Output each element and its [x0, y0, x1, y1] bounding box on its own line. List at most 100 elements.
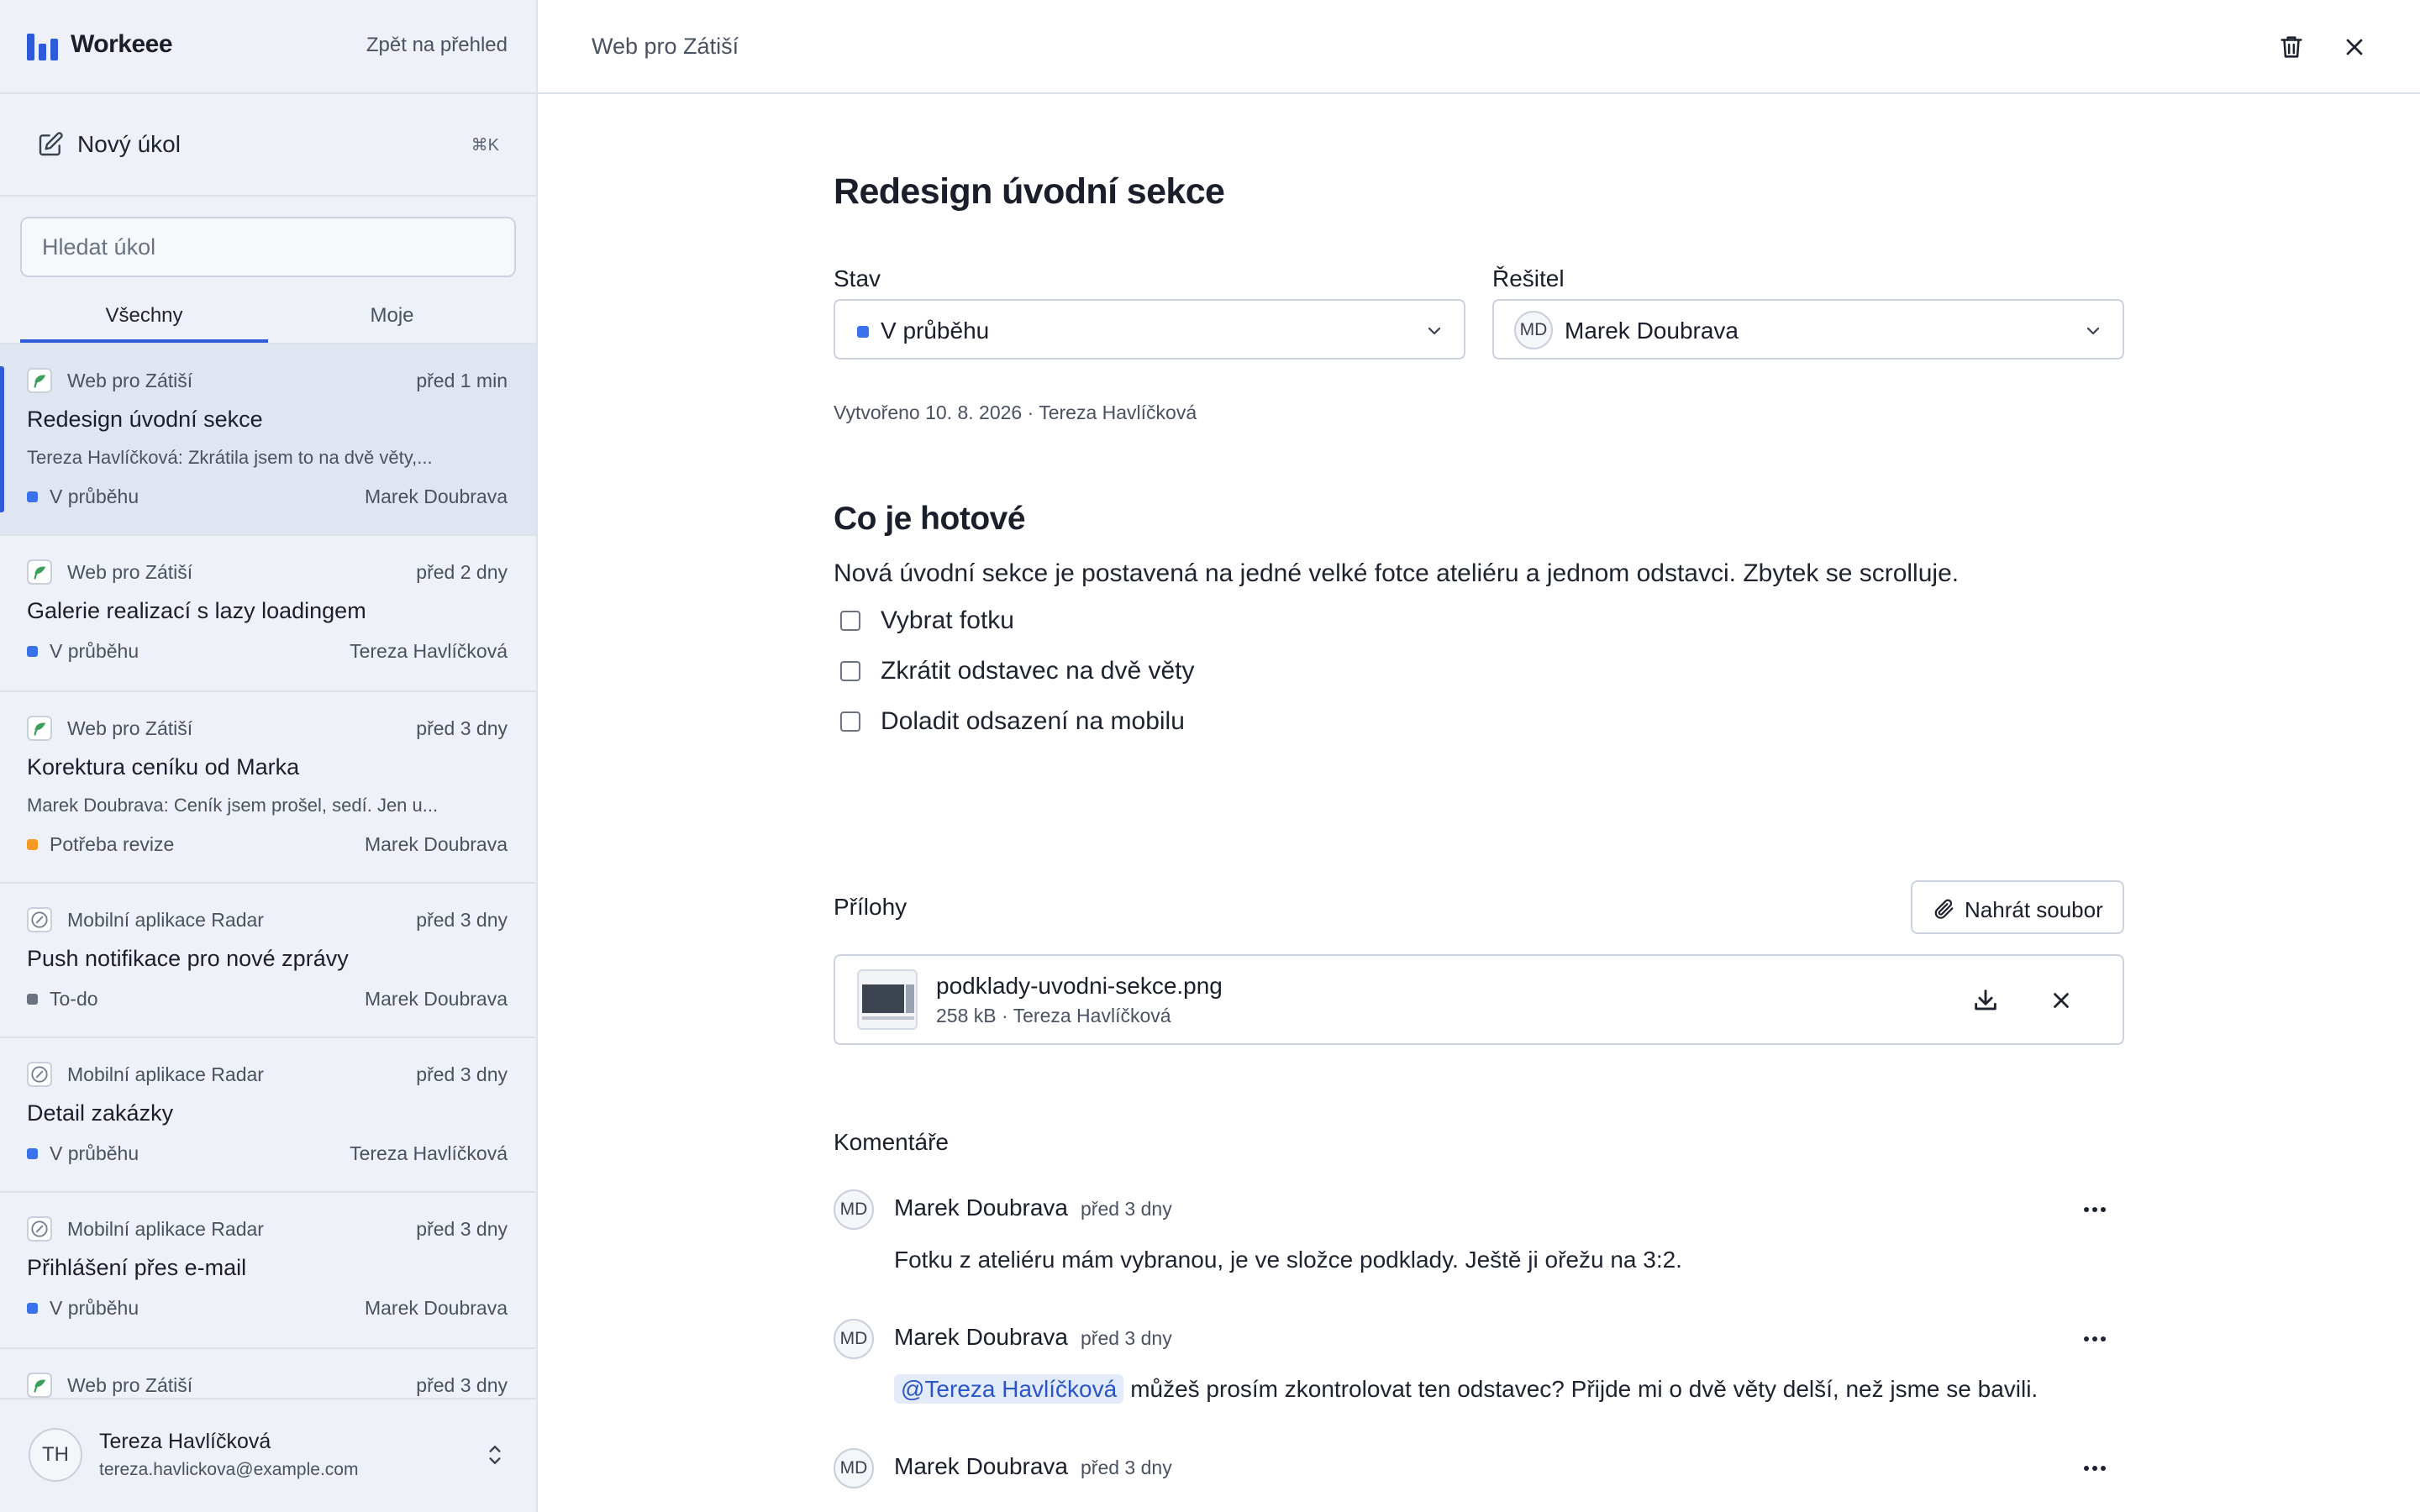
comment-body: @Tereza Havlíčková můžeš prosím zkontrolo… [894, 1374, 2038, 1404]
task-project: Web pro Zátiší [67, 370, 193, 391]
brand-name[interactable]: Workeee [71, 30, 173, 59]
brand-logo-icon[interactable] [27, 32, 62, 60]
task-time: před 2 dny [416, 561, 508, 583]
close-icon[interactable] [2341, 34, 2368, 60]
leaf-icon [27, 559, 52, 585]
comment-text: Fotku z ateliéru mám vybranou, je ve slo… [894, 1247, 1682, 1273]
compass-icon [27, 1062, 52, 1087]
status-dot [27, 994, 38, 1005]
task-item-order-detail[interactable]: Mobilní aplikace Radar před 3 dny Detail… [0, 1038, 536, 1193]
detail-topbar: Web pro Zátiší [538, 0, 2420, 94]
task-item-pricelist[interactable]: Web pro Zátiší před 3 dny Korektura cení… [0, 692, 536, 884]
back-to-overview-link[interactable]: Zpět na přehled [366, 34, 508, 57]
task-status: V průběhu [27, 486, 139, 508]
user-name: Tereza Havlíčková [99, 1430, 271, 1453]
leaf-icon [27, 368, 52, 393]
assignee-field-label: Řešitel [1492, 265, 1565, 291]
avatar: MD [1514, 311, 1553, 349]
status-label: V průběhu [50, 1142, 139, 1164]
task-time: před 1 min [416, 370, 508, 391]
task-footer: V průběhu Marek Doubrava [27, 486, 508, 508]
chevron-down-icon [1428, 327, 1441, 335]
task-item-gallery[interactable]: Web pro Zátiší před 2 dny Galerie realiz… [0, 536, 536, 692]
new-task-button[interactable]: Nový úkol ⌘K [0, 94, 536, 197]
page-title[interactable]: Redesign úvodní sekce [834, 171, 1225, 213]
checklist-label: Doladit odsazení na mobilu [881, 707, 1185, 735]
task-item-email-login[interactable]: Mobilní aplikace Radar před 3 dny Přihlá… [0, 1193, 536, 1349]
task-project: Mobilní aplikace Radar [67, 1218, 264, 1240]
remove-attachment-icon[interactable] [2049, 988, 2074, 1013]
task-detail: Web pro Zátiší Redesign úvodní sekce Sta… [538, 0, 2420, 1512]
task-status: V průběhu [27, 1297, 139, 1320]
avatar: MD [834, 1189, 874, 1230]
task-footer: V průběhu Marek Doubrava [27, 1297, 508, 1320]
avatar: MD [834, 1448, 874, 1488]
download-icon[interactable] [1971, 986, 2000, 1015]
checklist-item[interactable]: Zkrátit odstavec na dvě věty [840, 657, 1195, 685]
task-project: Mobilní aplikace Radar [67, 909, 264, 931]
status-dot [27, 839, 38, 850]
task-assignee: Tereza Havlíčková [350, 1142, 508, 1164]
task-title: Galerie realizací s lazy loadingem [27, 598, 366, 623]
task-project: Mobilní aplikace Radar [67, 1063, 264, 1085]
status-dot [27, 491, 38, 502]
assignee-select[interactable]: MD Marek Doubrava [1492, 299, 2124, 360]
task-footer: Potřeba revize Marek Doubrava [27, 833, 508, 856]
comment: MD Marek Doubrava před 3 dny Fotku z ate… [834, 1189, 2124, 1299]
more-icon[interactable] [2082, 1465, 2107, 1472]
checklist-item[interactable]: Doladit odsazení na mobilu [840, 707, 1185, 736]
comment: MD Marek Doubrava před 3 dny @Tereza Hav… [834, 1319, 2124, 1428]
more-icon[interactable] [2082, 1206, 2107, 1213]
checklist-item[interactable]: Vybrat fotku [840, 606, 1014, 635]
chevron-up-down-icon [489, 1446, 501, 1464]
status-value: V průběhu [881, 318, 990, 344]
created-meta: Vytvořeno 10. 8. 2026 · Tereza Havlíčkov… [834, 402, 1197, 423]
trash-icon[interactable] [2277, 32, 2306, 62]
new-task-shortcut: ⌘K [471, 136, 499, 155]
status-label: To-do [50, 988, 98, 1010]
status-label: V průběhu [50, 1297, 139, 1319]
attachment-item[interactable]: podklady-uvodni-sekce.png 258 kB · Terez… [834, 954, 2124, 1045]
leaf-icon [27, 1373, 52, 1398]
status-select[interactable]: V průběhu [834, 299, 1465, 360]
checkbox[interactable] [840, 661, 860, 681]
breadcrumb[interactable]: Web pro Zátiší [592, 34, 739, 60]
checkbox[interactable] [840, 711, 860, 732]
user-switcher[interactable]: TH Tereza Havlíčková tereza.havlickova@e… [0, 1398, 536, 1512]
status-dot [27, 646, 38, 657]
task-time: před 3 dny [416, 1374, 508, 1396]
assignee-value: Marek Doubrava [1565, 318, 1739, 344]
task-description: Nová úvodní sekce je postavená na jedné … [834, 559, 1960, 587]
mention-link[interactable]: @Tereza Havlíčková [894, 1374, 1124, 1404]
task-footer: V průběhu Tereza Havlíčková [27, 640, 508, 663]
comment-author: Marek Doubrava [894, 1194, 1068, 1221]
status-field-label: Stav [834, 265, 881, 291]
tab-all[interactable]: Všechny [20, 291, 268, 343]
checkbox[interactable] [840, 611, 860, 631]
task-status: V průběhu [27, 1142, 139, 1165]
attachment-name[interactable]: podklady-uvodni-sekce.png [936, 973, 1223, 1000]
upload-file-button[interactable]: Nahrát soubor [1911, 880, 2124, 934]
task-preview: Tereza Havlíčková: Zkrátila jsem to na d… [27, 447, 433, 468]
task-title: Push notifikace pro nové zprávy [27, 946, 349, 971]
task-title: Redesign úvodní sekce [27, 407, 263, 432]
chevron-down-icon [2086, 327, 2100, 335]
status-label: Potřeba revize [50, 833, 175, 855]
sidebar: Workeee Zpět na přehled Nový úkol ⌘K Vše… [0, 0, 538, 1512]
leaf-icon [27, 716, 52, 741]
task-project: Web pro Zátiší [67, 717, 193, 739]
task-search-input[interactable] [20, 217, 516, 277]
task-status: Potřeba revize [27, 833, 174, 856]
task-filter-tabs: Všechny Moje [20, 291, 516, 344]
more-icon[interactable] [2082, 1336, 2107, 1342]
attachment-thumbnail[interactable] [857, 969, 918, 1030]
task-list: Web pro Zátiší před 1 min Redesign úvodn… [0, 344, 536, 1467]
task-time: před 3 dny [416, 1218, 508, 1240]
task-project: Web pro Zátiší [67, 1374, 193, 1396]
task-footer: V průběhu Tereza Havlíčková [27, 1142, 508, 1165]
task-time: před 3 dny [416, 909, 508, 931]
tab-mine[interactable]: Moje [268, 291, 516, 343]
task-item-push[interactable]: Mobilní aplikace Radar před 3 dny Push n… [0, 884, 536, 1038]
task-assignee: Marek Doubrava [364, 486, 508, 507]
task-item-redesign[interactable]: Web pro Zátiší před 1 min Redesign úvodn… [0, 344, 536, 536]
